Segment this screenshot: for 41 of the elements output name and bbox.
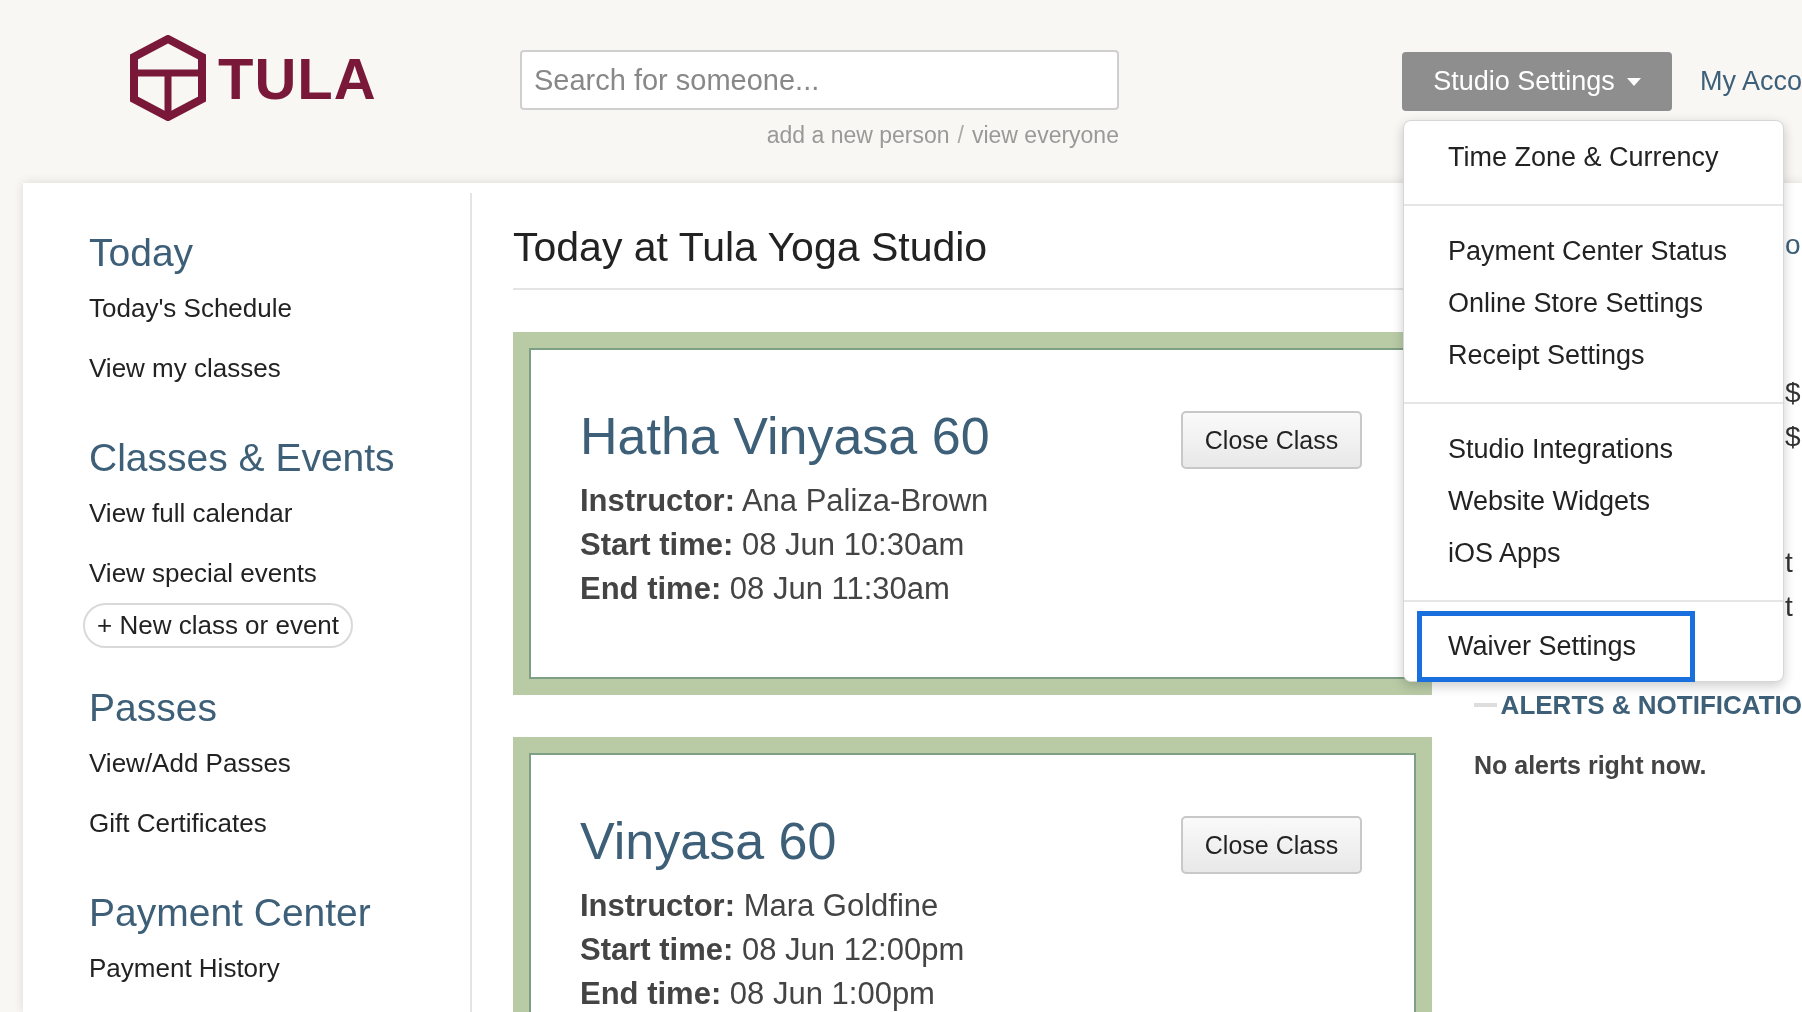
class-detail: Instructor: Ana Paliza-Brown	[580, 482, 990, 520]
close-class-button[interactable]: Close Class	[1181, 411, 1362, 469]
partial-text: $	[1785, 376, 1802, 410]
class-detail: Instructor: Mara Goldfine	[580, 887, 940, 925]
menu-item[interactable]: iOS Apps	[1416, 527, 1783, 579]
caret-icon	[1626, 77, 1641, 86]
sidebar-heading: Classes & Events	[89, 435, 396, 481]
partial-text: o	[1785, 228, 1802, 262]
partial-text: t	[1785, 546, 1794, 580]
partial-text: $	[1785, 420, 1802, 454]
class-detail: Start time: 08 Jun 10:30am	[580, 526, 966, 564]
class-name: Vinyasa 60	[580, 811, 838, 871]
sidebar-link[interactable]: View full calendar	[89, 483, 470, 543]
sidebar-link[interactable]: View my classes	[89, 338, 470, 398]
menu-item[interactable]: Receipt Settings	[1416, 329, 1783, 381]
sidebar-heading: Payment Center	[89, 890, 372, 936]
logo-text: TULA	[218, 44, 377, 112]
class-detail: End time: 08 Jun 1:00pm	[580, 975, 936, 1012]
sidebar-link[interactable]: View special events	[89, 543, 470, 603]
menu-item[interactable]: Studio Integrations	[1416, 423, 1783, 475]
menu-item[interactable]: Waiver Settings	[1416, 611, 1695, 682]
sidebar-link[interactable]: Gift Certificates	[89, 793, 470, 853]
logo-icon	[130, 35, 206, 121]
class-name: Hatha Vinyasa 60	[580, 406, 990, 466]
class-detail: Start time: 08 Jun 12:00pm	[580, 931, 965, 969]
search-field[interactable]: Search for someone...	[519, 50, 1119, 110]
close-class-button[interactable]: Close Class	[1181, 816, 1362, 874]
alerts-heading: ALERTS & NOTIFICATIO	[1500, 689, 1802, 721]
partial-text: t	[1785, 590, 1794, 624]
sidebar-link[interactable]: Payment History	[89, 938, 470, 998]
menu-item[interactable]: Time Zone & Currency	[1416, 131, 1783, 183]
new-class-button[interactable]: + New class or event	[83, 603, 354, 648]
sidebar-heading: Passes	[89, 685, 218, 731]
link-separator: /	[957, 122, 964, 149]
my-account-link[interactable]: My Acco	[1699, 66, 1802, 97]
sidebar-heading: Today	[89, 230, 195, 276]
class-detail: End time: 08 Jun 11:30am	[580, 570, 951, 608]
menu-item[interactable]: Website Widgets	[1416, 475, 1783, 527]
alerts-message: No alerts right now.	[1474, 751, 1708, 780]
sidebar-link[interactable]: Today's Schedule	[89, 278, 470, 338]
sidebar-link[interactable]: View/Add Passes	[89, 733, 470, 793]
